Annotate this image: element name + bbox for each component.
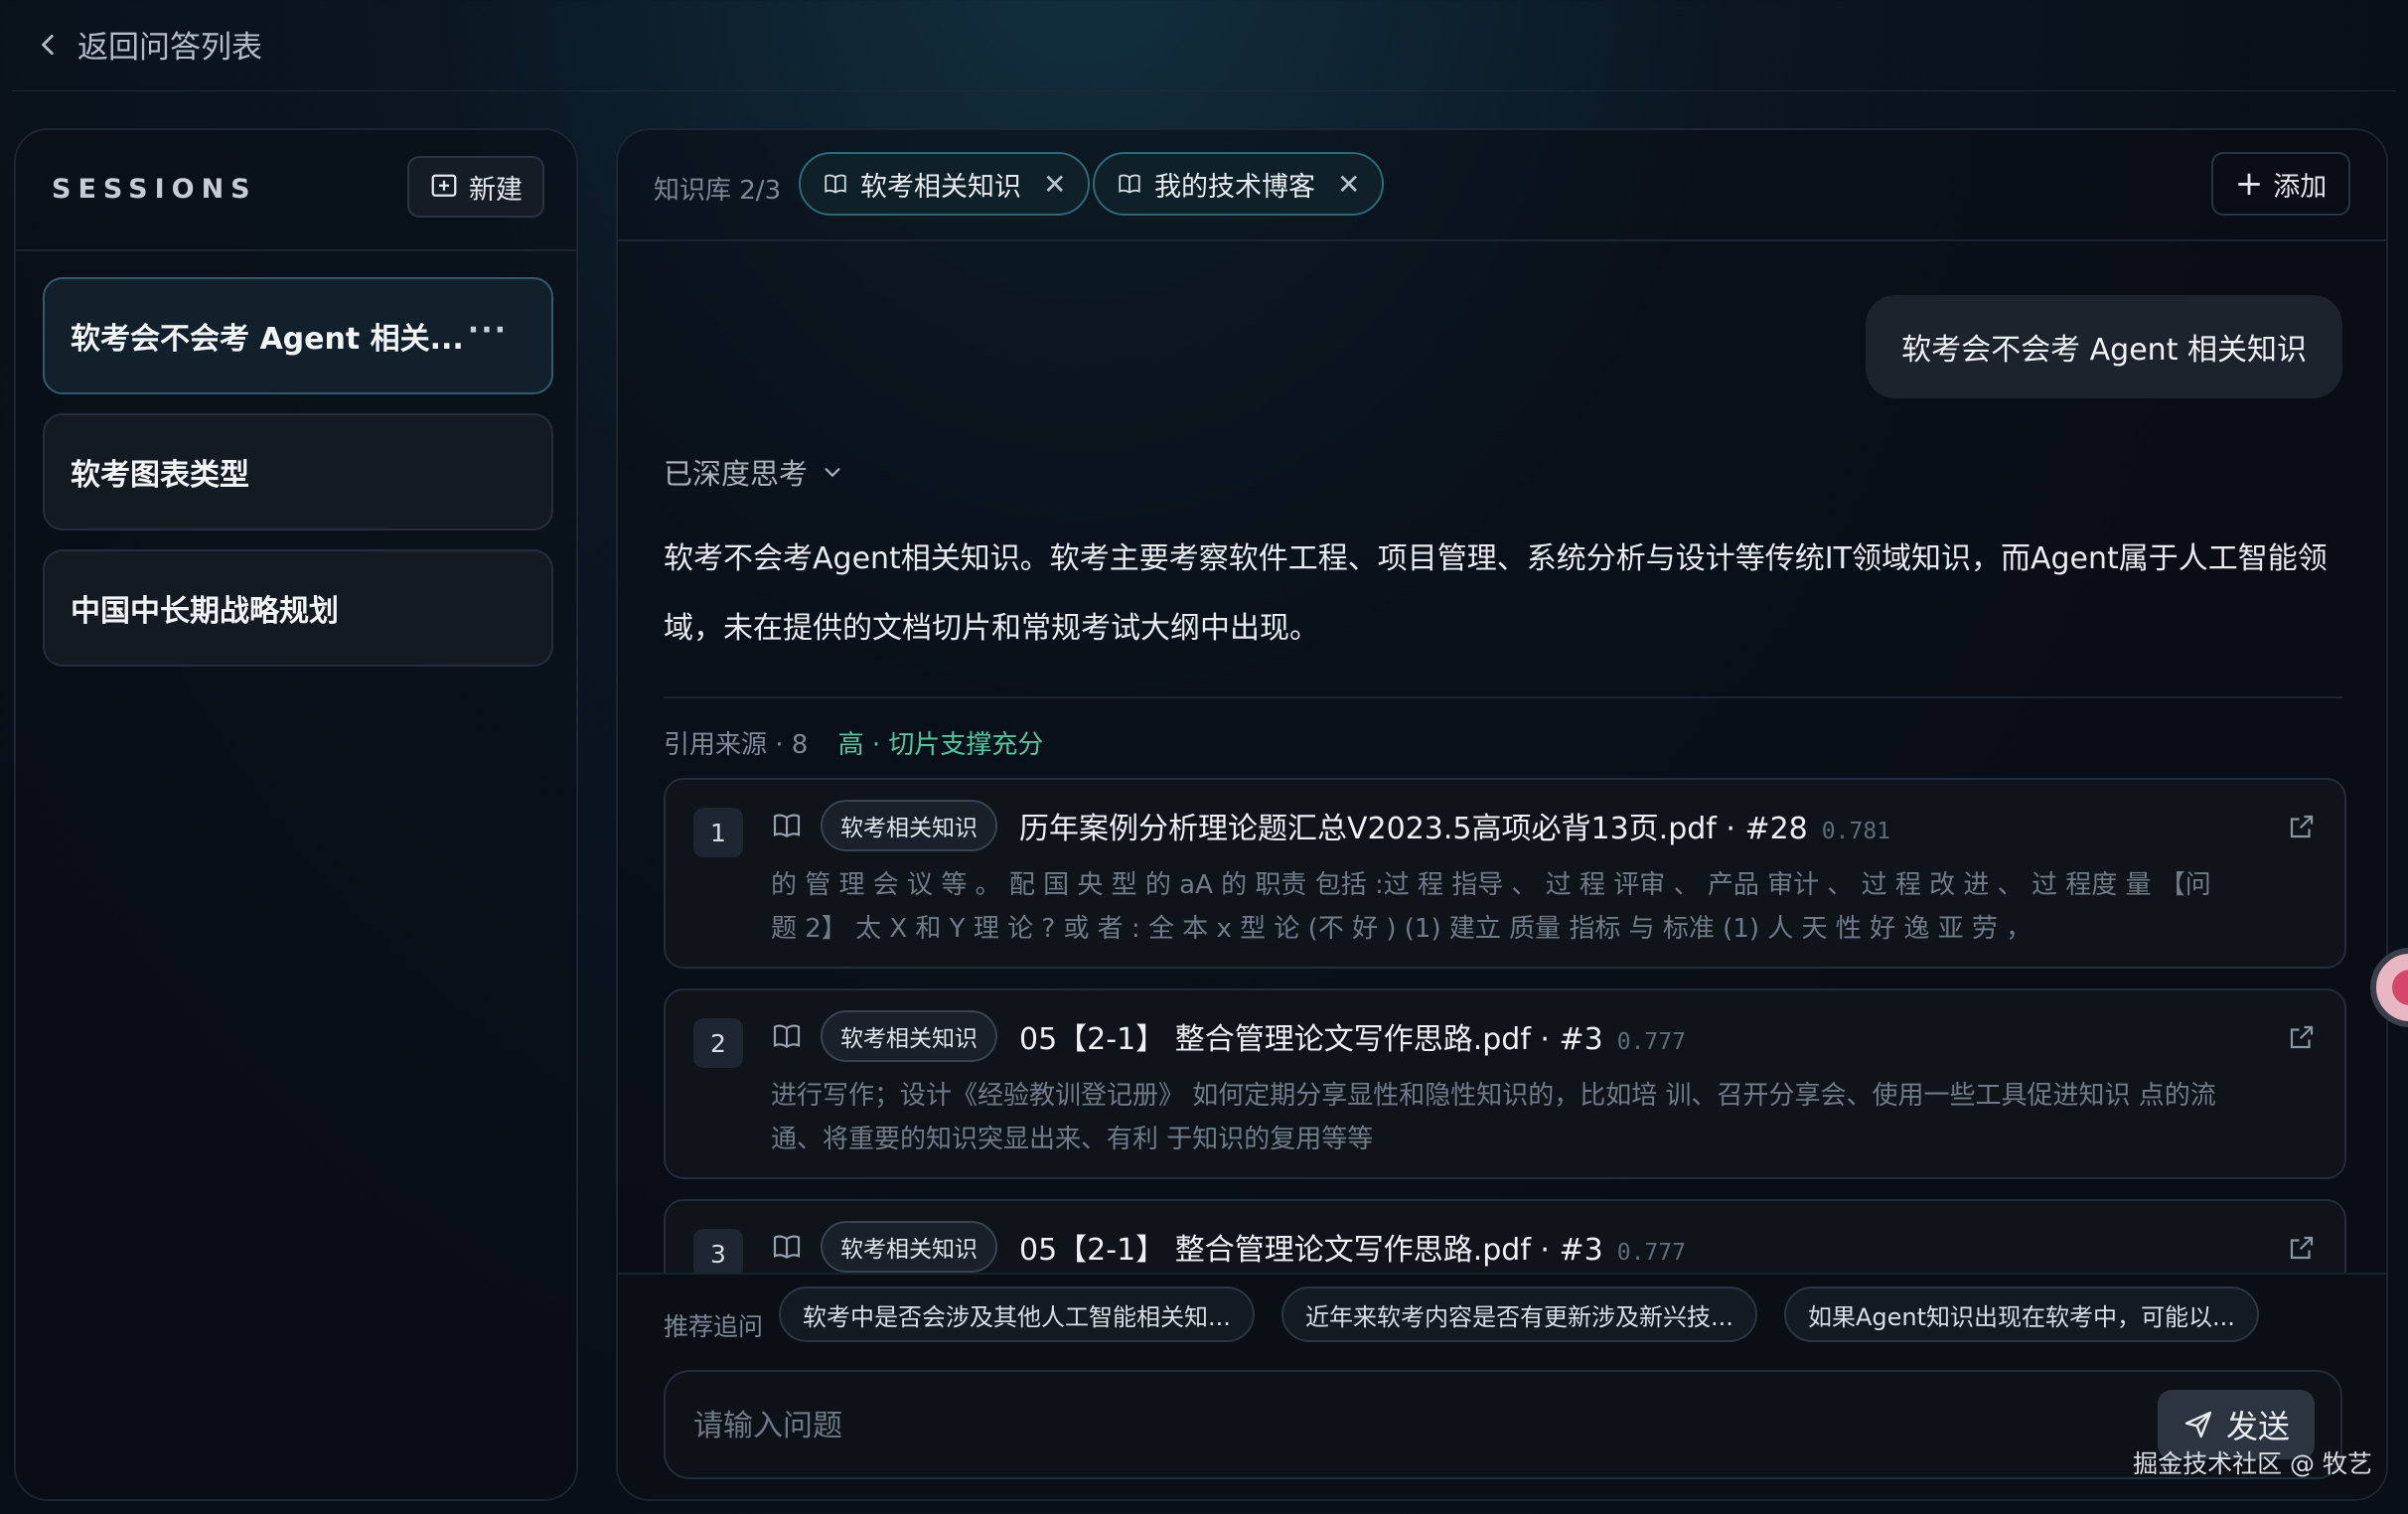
session-item-charts[interactable]: 软考图表类型	[43, 413, 553, 530]
top-divider	[12, 90, 2396, 91]
kb-chip-label: 软考相关知识	[860, 171, 1021, 203]
external-link-icon[interactable]	[2287, 812, 2317, 841]
source-title: 05【2-1】 整合管理论文写作思路.pdf · #3 0.777	[1019, 1225, 1686, 1269]
source-score: 0.781	[1821, 819, 1891, 844]
sidebar-header: SESSIONS 新建	[16, 130, 576, 251]
source-tag: 软考相关知识	[821, 800, 997, 851]
chat-panel: 知识库 2/3 软考相关知识 ✕ 我的技术博客 ✕ + 添加 软考会不会考 Ag…	[616, 128, 2388, 1501]
session-item-strategy[interactable]: 中国中长期战略规划	[43, 549, 553, 667]
add-square-icon	[431, 174, 457, 197]
source-card[interactable]: 1 软考相关知识 历年案例分析理论题汇总V2023.5高项必背13页.pdf ·…	[664, 778, 2346, 969]
suggestion-chip[interactable]: 软考中是否会涉及其他人工智能相关知...	[779, 1287, 1255, 1342]
top-bar: 返回问答列表	[0, 0, 2408, 91]
kb-chip-blog[interactable]: 我的技术博客 ✕	[1093, 152, 1385, 216]
session-label: 中国中长期战略规划	[71, 594, 339, 629]
source-card[interactable]: 2 软考相关知识 05【2-1】 整合管理论文写作思路.pdf · #3 0.77…	[664, 988, 2346, 1179]
thinking-label: 已深度思考	[664, 457, 809, 491]
source-title-text: 历年案例分析理论题汇总V2023.5高项必背13页.pdf · #28	[1019, 812, 1808, 846]
add-kb-label: 添加	[2273, 171, 2328, 203]
session-item-agent[interactable]: 软考会不会考 Agent 相关... ···	[43, 277, 553, 394]
source-title: 历年案例分析理论题汇总V2023.5高项必背13页.pdf · #28 0.781	[1019, 804, 1890, 847]
session-label: 软考会不会考 Agent 相关...	[71, 322, 464, 357]
book-icon	[825, 174, 846, 194]
source-snippet: 的 管 理 会 议 等 。 配 国 央 型 的 aA 的 职责 包括 :过 程 …	[771, 870, 2211, 944]
source-title-text: 05【2-1】 整合管理论文写作思路.pdf · #3	[1019, 1233, 1603, 1268]
close-icon[interactable]: ✕	[1337, 168, 1360, 201]
source-index: 3	[693, 1229, 743, 1279]
source-score: 0.777	[1616, 1240, 1686, 1266]
sources-count: 引用来源 · 8	[664, 730, 809, 760]
user-message: 软考会不会考 Agent 相关知识	[1866, 295, 2342, 398]
question-input[interactable]	[691, 1400, 2086, 1451]
new-session-label: 新建	[469, 174, 523, 206]
new-session-button[interactable]: 新建	[407, 156, 544, 218]
external-link-icon[interactable]	[2287, 1022, 2317, 1052]
session-label: 软考图表类型	[71, 458, 249, 493]
back-label: 返回问答列表	[77, 30, 262, 66]
assistant-answer: 软考不会考Agent相关知识。软考主要考察软件工程、项目管理、系统分析与设计等传…	[664, 541, 2328, 646]
knowledge-base-bar: 知识库 2/3 软考相关知识 ✕ 我的技术博客 ✕ + 添加	[618, 130, 2386, 241]
sources-quality: 高 · 切片支撑充分	[837, 730, 1044, 760]
source-index: 2	[693, 1018, 743, 1068]
source-index: 1	[693, 808, 743, 857]
source-title-text: 05【2-1】 整合管理论文写作思路.pdf · #3	[1019, 1022, 1603, 1057]
book-icon	[773, 1235, 801, 1259]
kb-chip-label: 我的技术博客	[1154, 171, 1315, 203]
watermark: 掘金技术社区 @ 牧艺	[2133, 1449, 2372, 1478]
thinking-toggle[interactable]: 已深度思考	[664, 451, 843, 493]
suggestion-chip[interactable]: 近年来软考内容是否有更新涉及新兴技...	[1281, 1287, 1757, 1342]
kb-count-label: 知识库 2/3	[654, 176, 782, 206]
sessions-sidebar: SESSIONS 新建 软考会不会考 Agent 相关... ··· 软考图表类…	[14, 128, 578, 1501]
more-icon[interactable]: ···	[468, 313, 508, 348]
external-link-icon[interactable]	[2287, 1233, 2317, 1263]
book-icon	[773, 814, 801, 837]
add-kb-button[interactable]: + 添加	[2211, 152, 2350, 216]
sidebar-title: SESSIONS	[52, 174, 257, 205]
source-snippet: 进行写作；设计《经验教训登记册》 如何定期分享显性和隐性知识的，比如培 训、召开…	[771, 1081, 2216, 1154]
answer-divider	[664, 696, 2342, 698]
back-link[interactable]: 返回问答列表	[36, 22, 262, 67]
send-label: 发送	[2225, 1408, 2290, 1445]
plus-icon: +	[2234, 164, 2264, 204]
send-icon	[2184, 1411, 2212, 1438]
suggestions-label: 推荐追问	[664, 1312, 764, 1341]
book-icon	[773, 1024, 801, 1048]
source-score: 0.777	[1616, 1029, 1686, 1055]
book-icon	[1119, 174, 1140, 194]
source-title: 05【2-1】 整合管理论文写作思路.pdf · #3 0.777	[1019, 1014, 1686, 1058]
source-tag: 软考相关知识	[821, 1010, 997, 1062]
chevron-down-icon	[825, 468, 840, 478]
suggestion-chip[interactable]: 如果Agent知识出现在软考中，可能以...	[1784, 1287, 2259, 1342]
close-icon[interactable]: ✕	[1043, 168, 1066, 201]
source-tag: 软考相关知识	[821, 1221, 997, 1273]
question-input-box: 发送	[664, 1370, 2342, 1479]
kb-chip-ruankao[interactable]: 软考相关知识 ✕	[799, 152, 1091, 216]
chevron-left-icon	[42, 34, 54, 55]
sources-header: 引用来源 · 8 高 · 切片支撑充分	[664, 724, 1043, 761]
composer-area: 推荐追问 软考中是否会涉及其他人工智能相关知... 近年来软考内容是否有更新涉及…	[618, 1273, 2386, 1499]
